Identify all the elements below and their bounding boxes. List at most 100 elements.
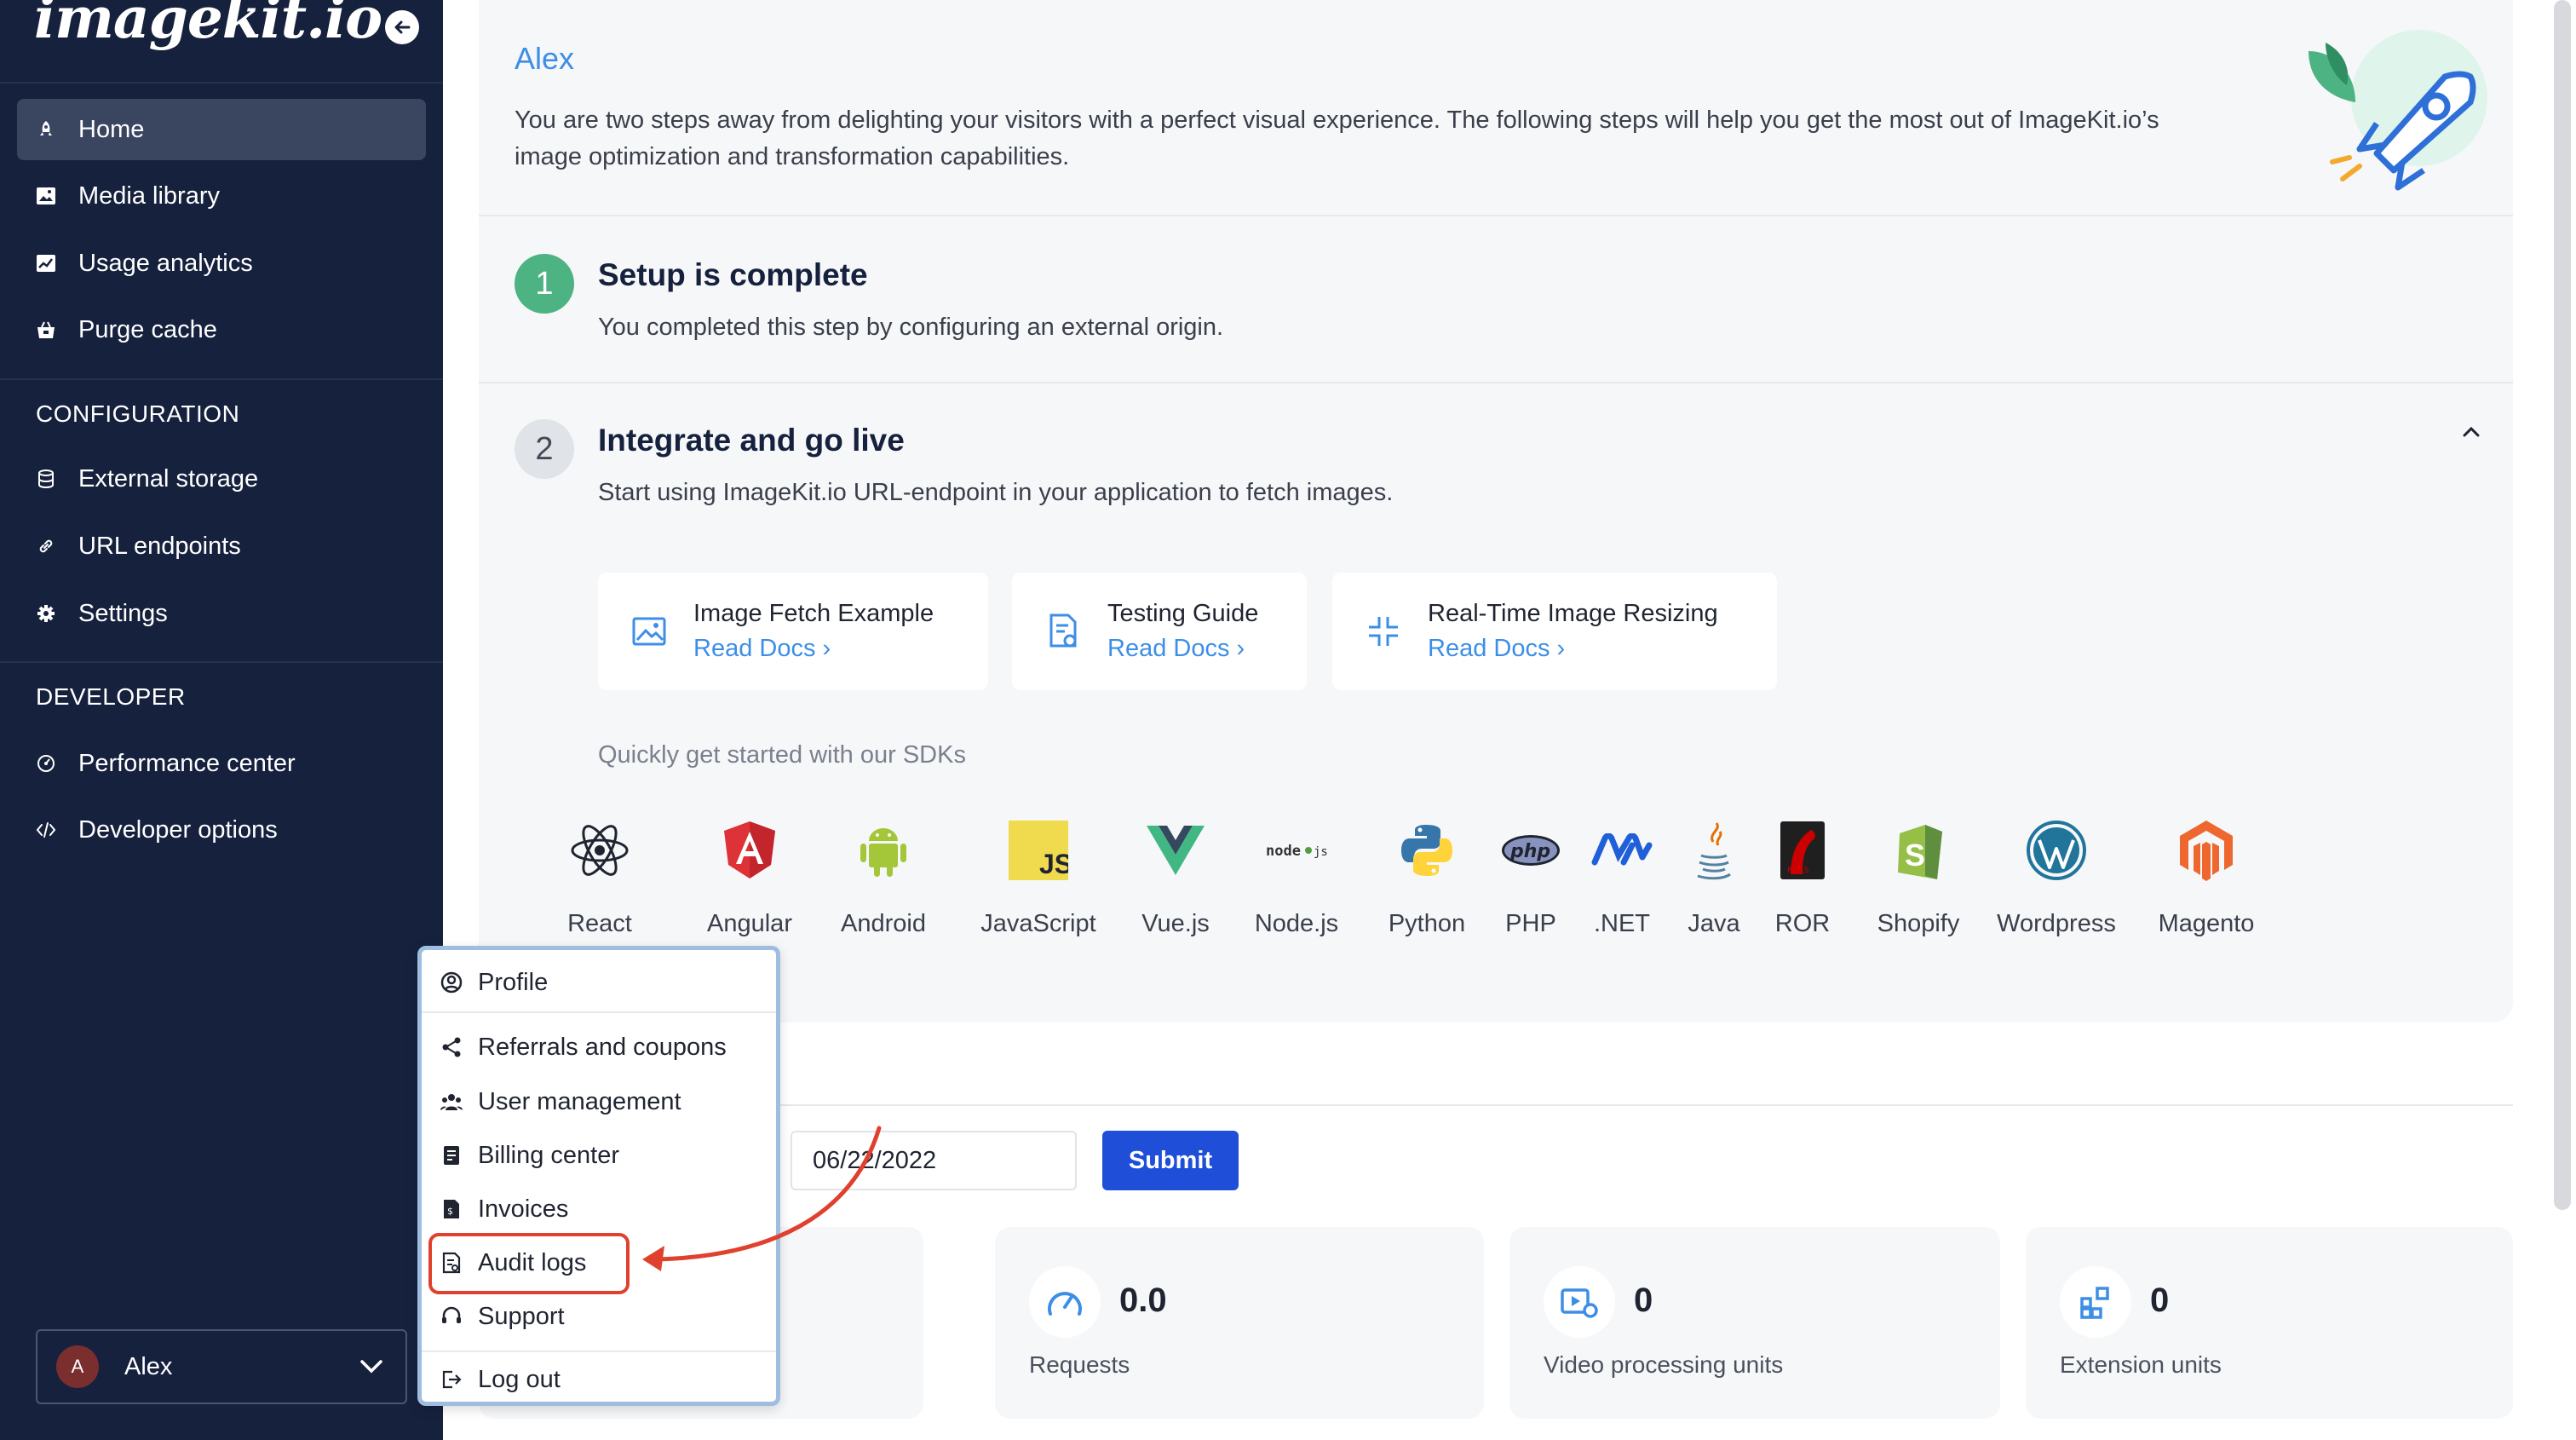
menu-label: Billing center: [478, 1141, 620, 1169]
nav-purge-cache[interactable]: Purge cache: [17, 299, 426, 360]
users-icon: [440, 1091, 463, 1113]
sdk-nodejs[interactable]: node js Node.js: [1245, 818, 1348, 938]
menu-item-invoices[interactable]: $ Invoices: [440, 1187, 568, 1231]
sdk-label: Java: [1688, 910, 1740, 937]
stat-label: Video processing units: [1544, 1351, 1784, 1378]
step-1-title: Setup is complete: [598, 257, 868, 292]
nav-external-storage[interactable]: External storage: [17, 448, 426, 510]
billing-icon: [440, 1144, 463, 1166]
divider: [422, 1351, 776, 1352]
video-settings-icon: [1544, 1266, 1615, 1338]
sdk-android[interactable]: Android: [828, 818, 939, 938]
shopify-icon: S: [1886, 818, 1951, 883]
doc-card-image-fetch[interactable]: Image Fetch Example Read Docs ›: [598, 573, 988, 690]
angular-icon: [717, 818, 782, 883]
getting-started-card: Alex You are two steps away from delight…: [479, 0, 2513, 1022]
doc-title: Testing Guide: [1107, 600, 1259, 627]
ror-icon: RAILS: [1770, 818, 1835, 883]
date-input[interactable]: 06/22/2022: [791, 1131, 1077, 1190]
menu-item-profile[interactable]: Profile: [440, 960, 548, 1005]
welcome-text: You are two steps away from delighting y…: [515, 107, 2159, 170]
nav-label: URL endpoints: [78, 532, 241, 560]
chevron-down-icon: [360, 1360, 382, 1374]
gauge-icon: [34, 752, 58, 775]
sdk-php[interactable]: php PHP: [1501, 818, 1561, 938]
user-menu-toggle[interactable]: A Alex: [36, 1329, 407, 1404]
menu-label: Log out: [478, 1365, 561, 1393]
python-icon: [1394, 818, 1459, 883]
sdk-ror[interactable]: RAILS ROR: [1768, 818, 1837, 938]
sdk-magento[interactable]: Magento: [2147, 818, 2266, 938]
avatar: A: [56, 1345, 99, 1388]
magento-icon: [2174, 818, 2239, 883]
sdk-dotnet[interactable]: .NET: [1588, 818, 1656, 938]
sdk-wordpress[interactable]: Wordpress: [1988, 818, 2125, 938]
invoice-icon: $: [440, 1198, 463, 1220]
read-docs-link[interactable]: Read Docs ›: [1107, 635, 1258, 663]
collapse-sidebar-button[interactable]: [385, 10, 419, 44]
section-header-configuration: CONFIGURATION: [36, 400, 240, 427]
image-icon: [630, 613, 668, 650]
sdk-python[interactable]: Python: [1378, 818, 1475, 938]
nav-performance-center[interactable]: Performance center: [17, 733, 426, 794]
sdk-label: Shopify: [1877, 910, 1960, 937]
nav-label: Usage analytics: [78, 249, 253, 277]
menu-item-user-management[interactable]: User management: [440, 1080, 681, 1124]
javascript-icon: JS: [1006, 818, 1071, 883]
speedometer-icon: [1029, 1266, 1101, 1338]
nav-developer-options[interactable]: Developer options: [17, 799, 426, 861]
svg-text:php: php: [1509, 841, 1550, 862]
sdk-angular[interactable]: Angular: [699, 818, 801, 938]
stat-value: 0: [2150, 1282, 2170, 1319]
database-icon: [34, 467, 58, 491]
divider: [0, 82, 443, 84]
sdk-vuejs[interactable]: Vue.js: [1133, 818, 1218, 938]
stat-label: Requests: [1029, 1351, 1130, 1378]
vue-icon: [1143, 818, 1208, 883]
stat-card-extension-units: 0 Extension units: [2026, 1227, 2513, 1419]
menu-item-support[interactable]: Support: [440, 1294, 565, 1339]
sdk-label: Wordpress: [1997, 910, 2116, 937]
submit-button[interactable]: Submit: [1102, 1131, 1239, 1190]
chart-icon: [34, 251, 58, 275]
welcome-name: Alex: [515, 41, 575, 76]
resize-icon: [1365, 613, 1402, 650]
sdk-react[interactable]: React: [566, 818, 634, 938]
image-icon: [34, 184, 58, 208]
nav-home[interactable]: Home: [17, 99, 426, 160]
extension-icon: [2060, 1266, 2131, 1338]
nav-label: Media library: [78, 181, 220, 210]
divider: [479, 1104, 2513, 1106]
sdk-shopify[interactable]: S Shopify: [1866, 818, 1971, 938]
doc-card-testing-guide[interactable]: Testing Guide Read Docs ›: [1012, 573, 1307, 690]
svg-text:S: S: [1905, 838, 1925, 873]
stat-card-requests: 0.0 Requests: [995, 1227, 1484, 1419]
sdk-label: PHP: [1505, 910, 1556, 937]
sdk-java[interactable]: Java: [1680, 818, 1748, 938]
scrollbar[interactable]: [2554, 0, 2571, 1210]
link-icon: [34, 534, 58, 558]
sdk-javascript[interactable]: JS JavaScript: [969, 818, 1107, 938]
logout-icon: [440, 1368, 463, 1391]
menu-item-referrals[interactable]: Referrals and coupons: [440, 1025, 727, 1069]
nav-settings[interactable]: Settings: [17, 583, 426, 644]
user-name: Alex: [124, 1352, 173, 1380]
menu-item-log-out[interactable]: Log out: [440, 1357, 561, 1402]
nav-usage-analytics[interactable]: Usage analytics: [17, 233, 426, 294]
read-docs-link[interactable]: Read Docs ›: [693, 635, 934, 663]
logo: imagekit.io: [34, 0, 382, 51]
read-docs-link[interactable]: Read Docs ›: [1428, 635, 1718, 663]
menu-item-billing-center[interactable]: Billing center: [440, 1133, 619, 1178]
nav-url-endpoints[interactable]: URL endpoints: [17, 516, 426, 577]
sdk-label: Python: [1388, 910, 1466, 937]
sdk-label: React: [567, 910, 632, 937]
svg-text:node: node: [1266, 843, 1301, 860]
stat-value: 0: [1634, 1282, 1653, 1319]
java-icon: [1682, 818, 1746, 883]
stat-label: Extension units: [2060, 1351, 2222, 1378]
code-icon: [34, 818, 58, 842]
nav-media-library[interactable]: Media library: [17, 165, 426, 227]
doc-card-image-resizing[interactable]: Real-Time Image Resizing Read Docs ›: [1332, 573, 1777, 690]
chevron-up-icon[interactable]: [2462, 426, 2481, 438]
divider: [0, 378, 443, 380]
